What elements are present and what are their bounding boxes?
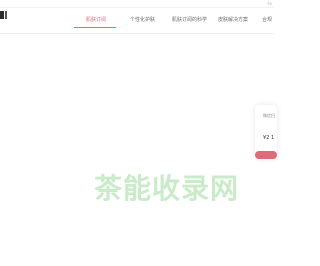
side-card-title: 微信扫	[263, 113, 275, 118]
nav-item-compliance[interactable]: 合规	[262, 16, 272, 23]
side-card-value: ¥2 1	[263, 135, 275, 141]
watermark-text: 茶能收录网	[94, 172, 240, 205]
nav-item-skin-solutions[interactable]: 皮肤解决方案	[218, 16, 248, 23]
side-action-button[interactable]	[255, 151, 277, 159]
top-bar: Fe	[0, 0, 274, 8]
nav-item-skin-subscription[interactable]: 肌肤订阅	[86, 16, 106, 23]
top-bar-text: Fe	[267, 1, 272, 6]
logo[interactable]	[0, 11, 8, 19]
logo-mark-b	[5, 11, 7, 19]
logo-mark-a	[0, 11, 4, 19]
nav-item-subscription-science[interactable]: 肌肤订阅的科学	[172, 16, 207, 23]
active-nav-underline	[74, 27, 116, 28]
nav-item-personalized-care[interactable]: 个性化护肤	[130, 16, 155, 23]
